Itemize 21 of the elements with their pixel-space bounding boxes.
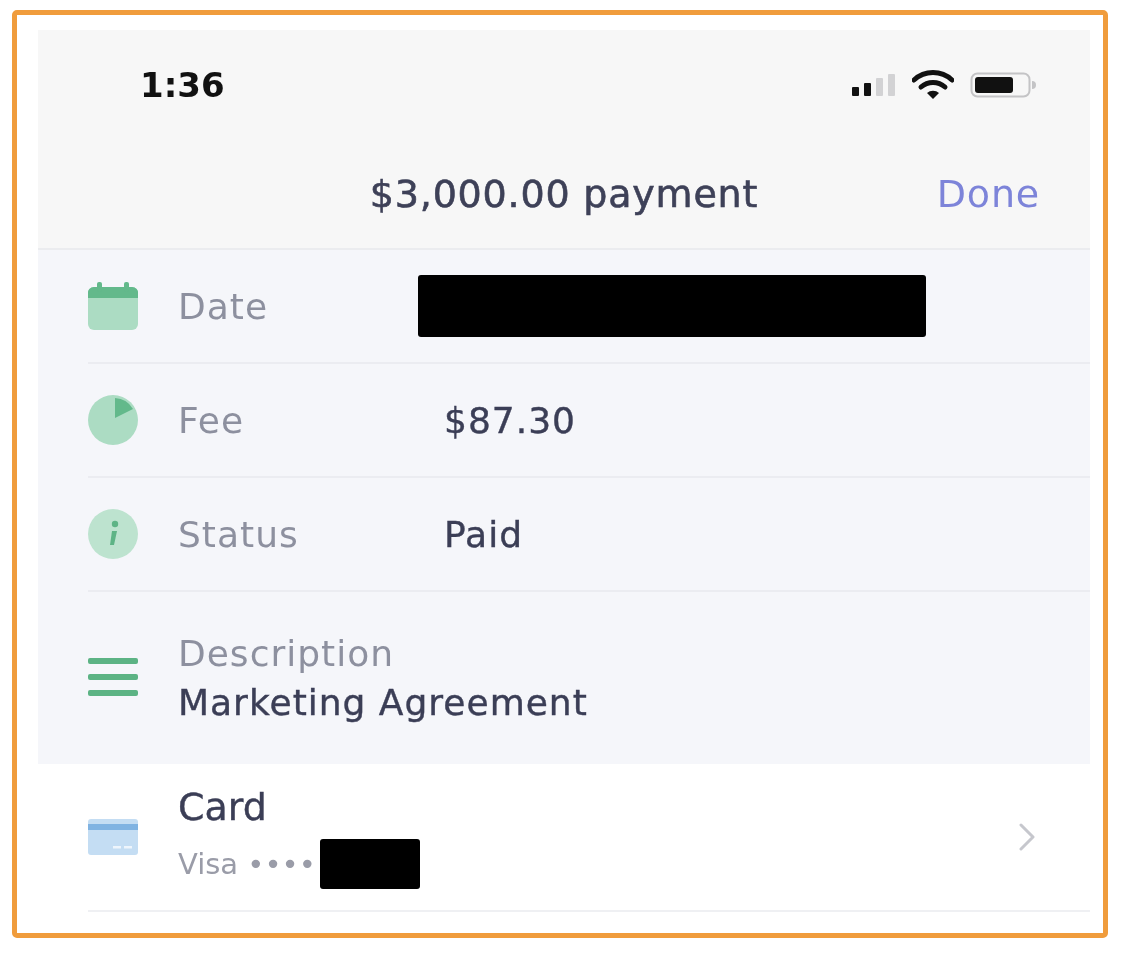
- field-label: Fee: [178, 399, 246, 441]
- nav-title: $3,000.00 payment: [369, 172, 759, 216]
- field-value: $87.30: [444, 399, 576, 441]
- lines-icon: [88, 658, 138, 698]
- battery-icon: [970, 72, 1038, 98]
- chevron-icon: [1019, 823, 1035, 851]
- field-label: Status: [178, 513, 300, 555]
- signal-icon: [852, 74, 896, 96]
- card-number: Visa ••••: [178, 847, 316, 881]
- card-row[interactable]: Card Visa ••••: [88, 764, 1090, 912]
- field-value: Marketing Agreement: [178, 682, 588, 723]
- calendar-icon: [88, 282, 138, 330]
- field-label: Date: [178, 285, 270, 327]
- info-icon: [88, 509, 138, 559]
- pie-chart-icon: [88, 395, 138, 445]
- card-title: Card: [178, 785, 267, 829]
- credit-card-icon: [88, 819, 138, 855]
- wifi-icon: [912, 70, 954, 100]
- status-time: 1:36: [140, 65, 225, 105]
- field-value: Paid: [444, 513, 523, 555]
- field-label: Description: [178, 633, 395, 674]
